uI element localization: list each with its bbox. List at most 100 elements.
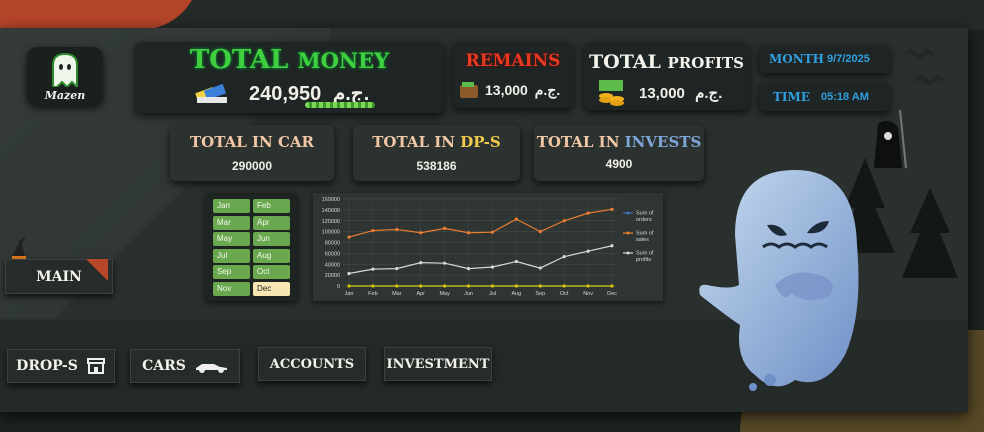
month-button-sep[interactable]: Sep xyxy=(213,265,250,279)
data-point xyxy=(538,230,542,234)
legend-marker xyxy=(626,251,630,255)
y-tick-label: 100000 xyxy=(322,230,340,236)
store-icon xyxy=(86,358,105,374)
data-point xyxy=(562,255,566,259)
month-label: MONTH xyxy=(769,52,824,66)
logo-card[interactable]: Mazen xyxy=(27,47,103,105)
kpi-title-pre: TOTAL IN xyxy=(536,133,620,151)
drops-button-label: DROP-S xyxy=(16,358,78,374)
data-point xyxy=(443,226,447,230)
accounts-button-label: ACCOUNTS xyxy=(269,356,355,372)
y-tick-label: 60000 xyxy=(325,251,340,257)
data-point xyxy=(490,284,495,288)
accounts-button[interactable]: ACCOUNTS xyxy=(258,347,366,381)
y-tick-label: 120000 xyxy=(322,219,340,225)
ghost-mascot-icon xyxy=(699,170,859,391)
month-button-may[interactable]: May xyxy=(213,232,250,246)
x-tick-label: Jan xyxy=(345,291,354,297)
series-line xyxy=(348,245,613,275)
data-point xyxy=(514,217,518,221)
race-car-icon xyxy=(195,364,227,373)
kpi-title-name: CAR xyxy=(277,133,314,151)
total-profits-title-a: TOTAL xyxy=(589,51,661,73)
kpi-title-name: DP-S xyxy=(460,133,501,151)
month-button-jul[interactable]: Jul xyxy=(213,248,250,263)
month-button-oct[interactable]: Oct xyxy=(253,265,290,279)
data-point xyxy=(562,284,566,288)
legend-label: Sum of xyxy=(636,211,654,217)
month-button-aug[interactable]: Aug xyxy=(253,248,290,263)
data-point xyxy=(347,284,351,288)
x-tick-label: Dec xyxy=(607,291,617,297)
data-point xyxy=(395,267,399,271)
month-value: 9/7/2025 xyxy=(827,53,870,65)
remains-amount: 13,000 xyxy=(485,82,528,98)
data-point xyxy=(466,231,471,235)
data-point xyxy=(586,284,590,288)
reaper-icon xyxy=(874,109,907,169)
total-profits-title: TOTAL PROFITS xyxy=(584,51,749,73)
kpi-card-invests: TOTAL IN INVESTS 4900 xyxy=(534,125,704,181)
sales-chart-svg: 0 20000 40000 60000 80000 100000 120000 140000 1… xyxy=(322,197,654,297)
y-tick-label: 140000 xyxy=(322,208,340,214)
data-point xyxy=(419,261,423,265)
x-tick-label: Nov xyxy=(583,291,593,297)
data-point xyxy=(610,244,614,248)
data-point xyxy=(419,231,423,235)
data-point xyxy=(514,259,518,264)
kpi-title-pre: TOTAL IN xyxy=(372,133,455,151)
kpi-title: TOTAL IN CAR xyxy=(170,133,334,151)
total-money-title-b: MONEY xyxy=(297,48,390,73)
x-tick-label: Apr xyxy=(416,291,425,297)
y-tick-label: 160000 xyxy=(322,197,340,203)
x-tick-label: Mar xyxy=(392,291,402,297)
investment-button-label: INVESTMENT xyxy=(386,356,490,372)
remains-title: REMAINS xyxy=(465,51,561,71)
main-button-label: MAIN xyxy=(36,268,82,285)
kpi-title-pre: TOTAL IN xyxy=(190,133,273,151)
x-tick-label: May xyxy=(439,291,450,297)
coins-icon xyxy=(599,80,624,106)
bat-icon xyxy=(902,48,946,86)
remains-value: 13,000 ج.م. xyxy=(485,82,560,99)
total-profits-card: TOTAL PROFITS 13,000 ج.م. xyxy=(584,42,749,110)
month-button-feb[interactable]: Feb xyxy=(253,199,290,213)
total-money-title: TOTAL MONEY xyxy=(135,45,444,75)
y-tick-label: 20000 xyxy=(325,273,340,279)
data-point xyxy=(586,211,590,215)
main-button-corner xyxy=(86,259,108,281)
y-tick-label: 0 xyxy=(337,284,340,290)
month-button-mar[interactable]: Mar xyxy=(213,215,250,230)
investment-button[interactable]: INVESTMENT xyxy=(384,347,492,381)
legend-label: Sum of xyxy=(636,251,654,257)
data-point xyxy=(371,228,375,233)
series-line xyxy=(348,208,613,238)
total-money-card: TOTAL MONEY 240,950 ج.م. xyxy=(135,42,444,113)
x-tick-label: Aug xyxy=(511,291,521,297)
month-button-jan[interactable]: Jan xyxy=(213,199,250,213)
cars-button[interactable]: CARS xyxy=(130,349,240,383)
kpi-title-name: INVESTS xyxy=(624,133,702,151)
drops-button[interactable]: DROP-S xyxy=(7,349,115,383)
kpi-card-car: TOTAL IN CAR 290000 xyxy=(170,125,334,181)
cars-button-label: CARS xyxy=(142,358,186,374)
month-button-apr[interactable]: Apr xyxy=(253,215,290,230)
data-point xyxy=(371,267,375,271)
x-tick-label: Jul xyxy=(489,291,496,297)
total-profits-title-b: PROFITS xyxy=(667,54,744,72)
logo-name: Mazen xyxy=(44,89,86,102)
time-value: 05:18 AM xyxy=(821,91,869,103)
data-point xyxy=(490,265,495,269)
sales-chart: 0 20000 40000 60000 80000 100000 120000 140000 1… xyxy=(313,193,663,301)
legend-marker xyxy=(626,211,630,215)
total-money-title-a: TOTAL xyxy=(189,45,289,75)
month-button-nov[interactable]: Nov xyxy=(213,281,250,296)
money-stack-icon xyxy=(195,83,227,103)
month-button-jun[interactable]: Jun xyxy=(253,232,290,246)
month-button-dec[interactable]: Dec xyxy=(253,281,290,296)
legend-label: orders xyxy=(636,217,652,223)
kpi-card-dps: TOTAL IN DP-S 538186 xyxy=(353,125,520,181)
time-card: TIME 05:18 AM xyxy=(759,83,890,111)
x-tick-label: Sep xyxy=(535,291,545,297)
data-point xyxy=(347,271,351,276)
